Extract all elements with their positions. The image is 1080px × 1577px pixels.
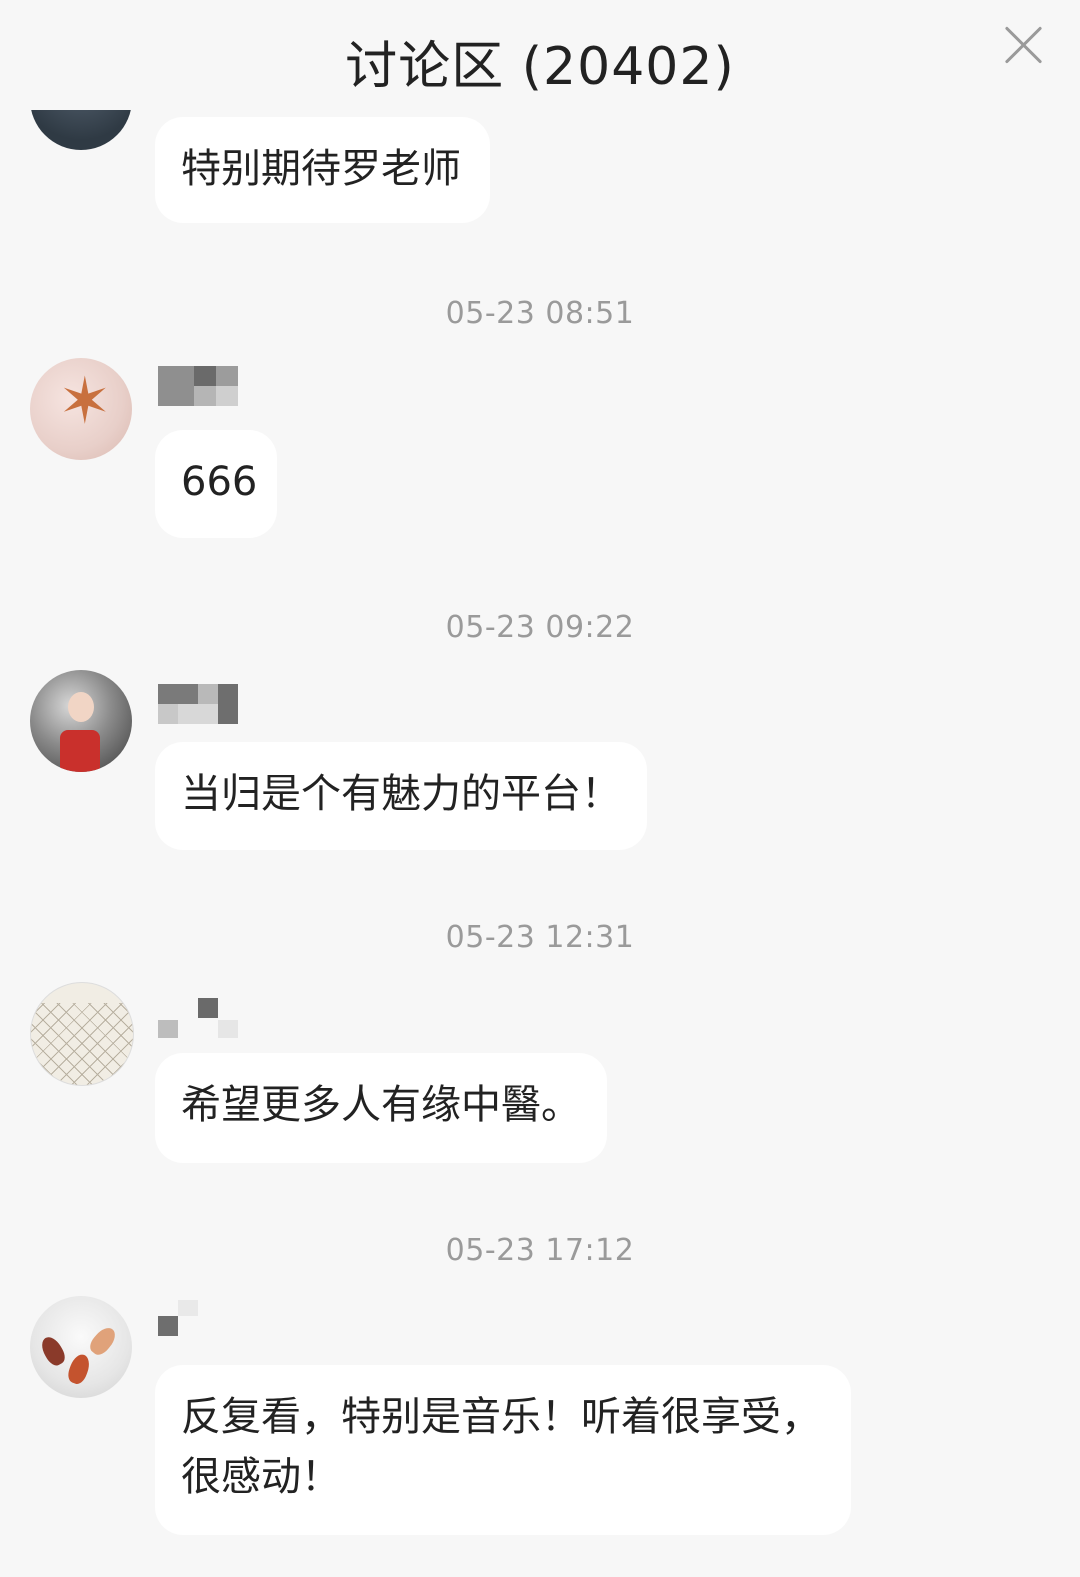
header: 讨论区 (20402) (0, 0, 1080, 110)
message-text: 反复看，特别是音乐！听着很享受，很感动！ (181, 1394, 821, 1500)
message-bubble: 当归是个有魅力的平台！ (155, 742, 647, 850)
timestamp: 05-23 09:22 (445, 610, 635, 645)
message-text: 特别期待罗老师 (181, 146, 461, 192)
username-blurred (158, 366, 238, 406)
timestamp: 05-23 12:31 (445, 920, 635, 955)
page-title: 讨论区 (20402) (345, 37, 735, 97)
close-icon[interactable] (1002, 22, 1046, 66)
avatar[interactable] (30, 670, 132, 772)
message-bubble: 反复看，特别是音乐！听着很享受，很感动！ (155, 1365, 851, 1535)
starfish-image: ✶ (58, 365, 112, 439)
message-text: 希望更多人有缘中醫。 (181, 1082, 581, 1128)
discussion-panel: 特别期待罗老师 05-23 08:51 ✶ 666 05-23 09:22 当归… (0, 0, 1080, 1577)
username-blurred (158, 1300, 238, 1340)
message-text: 当归是个有魅力的平台！ (181, 771, 621, 817)
message-bubble: 特别期待罗老师 (155, 117, 490, 223)
timestamp: 05-23 17:12 (445, 1233, 635, 1268)
message-feed[interactable]: 特别期待罗老师 05-23 08:51 ✶ 666 05-23 09:22 当归… (0, 0, 1080, 1577)
avatar[interactable]: ✶ (30, 358, 132, 460)
avatar[interactable] (30, 982, 134, 1086)
avatar[interactable] (30, 1296, 132, 1398)
message-bubble: 666 (155, 430, 277, 538)
message-bubble: 希望更多人有缘中醫。 (155, 1053, 607, 1163)
message-text: 666 (181, 459, 258, 505)
username-blurred (158, 684, 238, 724)
timestamp: 05-23 08:51 (445, 296, 635, 331)
username-blurred (158, 998, 238, 1038)
